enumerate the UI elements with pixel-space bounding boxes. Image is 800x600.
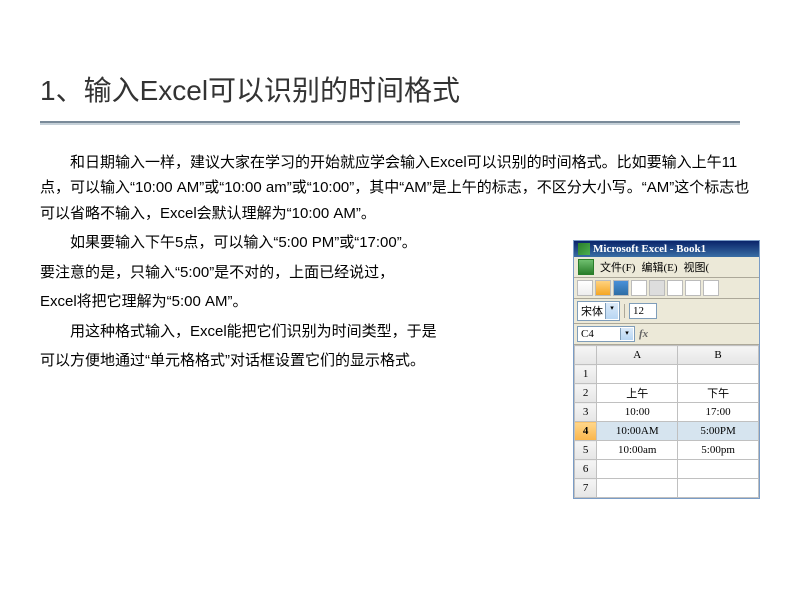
cell[interactable]: 17:00	[678, 403, 759, 422]
chevron-down-icon: ▾	[605, 303, 618, 319]
menu-file[interactable]: 文件(F)	[600, 259, 635, 275]
cell-address-value: C4	[581, 328, 594, 340]
open-icon[interactable]	[595, 280, 611, 296]
paragraph-2: 如果要输入下午5点，可以输入“5:00 PM”或“17:00”。	[40, 230, 580, 256]
paragraph-4: Excel将把它理解为“5:00 AM”。	[40, 289, 580, 315]
row-header[interactable]: 1	[575, 365, 597, 384]
excel-screenshot: Microsoft Excel - Book1 文件(F) 编辑(E) 视图( …	[573, 240, 760, 499]
new-icon[interactable]	[577, 280, 593, 296]
excel-logo-icon	[578, 243, 590, 255]
cell[interactable]: 10:00	[597, 403, 678, 422]
slide: 1、输入Excel可以识别的时间格式 和日期输入一样，建议大家在学习的开始就应学…	[0, 0, 800, 418]
font-size-dropdown[interactable]: 12	[629, 303, 657, 319]
cell[interactable]	[597, 460, 678, 479]
paragraph-3: 要注意的是，只输入“5:00”是不对的，上面已经说过，	[40, 260, 580, 286]
cell-address-box[interactable]: C4 ▾	[577, 326, 635, 342]
col-header-a[interactable]: A	[597, 346, 678, 365]
row-header[interactable]: 7	[575, 479, 597, 498]
row-header[interactable]: 3	[575, 403, 597, 422]
cell[interactable]	[597, 365, 678, 384]
excel-menu-bar: 文件(F) 编辑(E) 视图(	[574, 257, 759, 278]
table-row: 5 10:00am 5:00pm	[575, 441, 759, 460]
paragraph-6: 可以方便地通过“单元格格式”对话框设置它们的显示格式。	[40, 348, 580, 374]
toolbar-icon[interactable]	[685, 280, 701, 296]
row-header[interactable]: 6	[575, 460, 597, 479]
excel-grid: A B 1 2 上午 下午 3 10:00 17:00	[574, 345, 759, 498]
table-row-selected: 4 10:00AM 5:00PM	[575, 422, 759, 441]
row-header[interactable]: 2	[575, 384, 597, 403]
fx-icon[interactable]: fx	[639, 328, 648, 340]
excel-window-title: Microsoft Excel - Book1	[593, 243, 706, 255]
menu-view[interactable]: 视图(	[684, 259, 710, 275]
col-header-b[interactable]: B	[678, 346, 759, 365]
row-header[interactable]: 4	[575, 422, 597, 441]
font-name-dropdown[interactable]: 宋体 ▾	[577, 301, 620, 321]
cell[interactable]: 下午	[678, 384, 759, 403]
title-underline	[40, 121, 740, 125]
paragraph-5: 用这种格式输入，Excel能把它们识别为时间类型，于是	[40, 319, 580, 345]
toolbar-icon[interactable]	[703, 280, 719, 296]
menu-edit[interactable]: 编辑(E)	[641, 259, 677, 275]
save-icon[interactable]	[613, 280, 629, 296]
toolbar-icon[interactable]	[631, 280, 647, 296]
print-preview-icon[interactable]	[667, 280, 683, 296]
cell[interactable]	[678, 460, 759, 479]
row-header[interactable]: 5	[575, 441, 597, 460]
cell[interactable]	[678, 479, 759, 498]
table-row: 1	[575, 365, 759, 384]
excel-toolbar	[574, 278, 759, 299]
slide-title: 1、输入Excel可以识别的时间格式	[40, 69, 760, 109]
column-header-row: A B	[575, 346, 759, 365]
table-row: 7	[575, 479, 759, 498]
excel-font-toolbar: 宋体 ▾ 12	[574, 299, 759, 324]
cell[interactable]: 10:00AM	[597, 422, 678, 441]
cell[interactable]: 5:00pm	[678, 441, 759, 460]
table-row: 6	[575, 460, 759, 479]
cell[interactable]: 上午	[597, 384, 678, 403]
cell[interactable]: 5:00PM	[678, 422, 759, 441]
excel-address-bar: C4 ▾ fx	[574, 324, 759, 345]
select-all-corner[interactable]	[575, 346, 597, 365]
table-row: 3 10:00 17:00	[575, 403, 759, 422]
font-name-value: 宋体	[581, 306, 603, 318]
cell[interactable]	[678, 365, 759, 384]
paragraph-1: 和日期输入一样，建议大家在学习的开始就应学会输入Excel可以识别的时间格式。比…	[40, 150, 760, 227]
cell[interactable]	[597, 479, 678, 498]
print-icon[interactable]	[649, 280, 665, 296]
excel-title-bar: Microsoft Excel - Book1	[574, 241, 759, 257]
chevron-down-icon: ▾	[620, 328, 633, 340]
table-row: 2 上午 下午	[575, 384, 759, 403]
cell[interactable]: 10:00am	[597, 441, 678, 460]
excel-app-icon	[578, 259, 594, 275]
